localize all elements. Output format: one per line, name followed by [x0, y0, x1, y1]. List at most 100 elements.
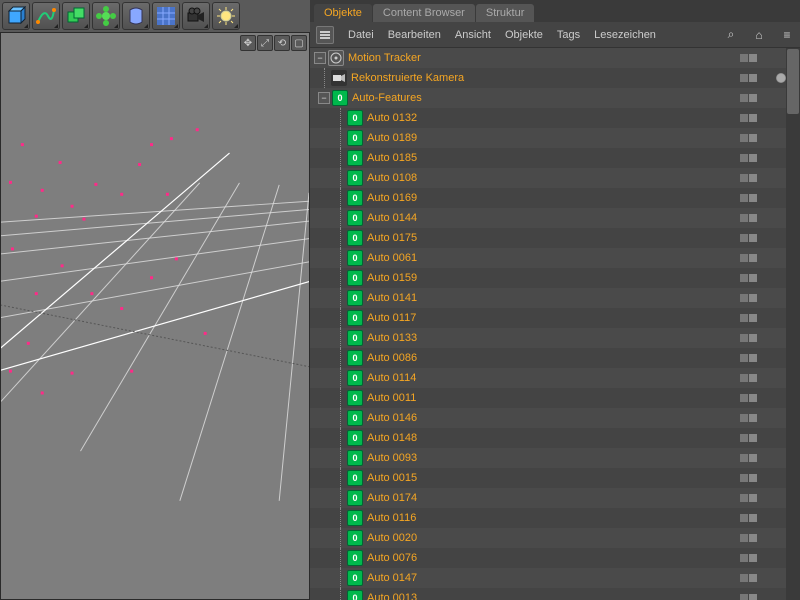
visibility-dots[interactable] — [740, 474, 758, 482]
object-label[interactable]: Auto 0189 — [367, 132, 417, 144]
object-label[interactable]: Auto 0185 — [367, 152, 417, 164]
object-label[interactable]: Auto 0159 — [367, 272, 417, 284]
visibility-dots[interactable] — [740, 414, 758, 422]
tree-row-item[interactable]: 0 Auto 0141 — [310, 288, 800, 308]
object-label[interactable]: Auto 0020 — [367, 532, 417, 544]
visibility-dots[interactable] — [740, 214, 758, 222]
tab-objects[interactable]: Objekte — [314, 4, 372, 22]
visibility-dots[interactable] — [740, 114, 758, 122]
camera-tool[interactable] — [182, 2, 210, 30]
tree-row-item[interactable]: 0 Auto 0015 — [310, 468, 800, 488]
visibility-dots[interactable] — [740, 314, 758, 322]
menu-bookmarks[interactable]: Lesezeichen — [594, 29, 656, 41]
tree-row-item[interactable]: 0 Auto 0174 — [310, 488, 800, 508]
object-label[interactable]: Auto 0114 — [367, 372, 416, 384]
menu-objects[interactable]: Objekte — [505, 29, 543, 41]
object-label[interactable]: Auto 0116 — [367, 512, 416, 524]
home-icon[interactable]: ⌂ — [752, 28, 766, 42]
visibility-dots[interactable] — [740, 594, 758, 600]
tree-row-item[interactable]: 0 Auto 0076 — [310, 548, 800, 568]
visibility-dots[interactable] — [740, 134, 758, 142]
object-label[interactable]: Auto 0133 — [367, 332, 417, 344]
object-tree[interactable]: − Motion Tracker Rekonstruierte Kamera −… — [310, 48, 800, 600]
tree-row-item[interactable]: 0 Auto 0148 — [310, 428, 800, 448]
scrollbar-thumb[interactable] — [787, 49, 799, 114]
visibility-dots[interactable] — [740, 374, 758, 382]
object-label[interactable]: Auto 0011 — [367, 392, 416, 404]
tree-scrollbar[interactable] — [786, 48, 800, 600]
object-label[interactable]: Auto 0076 — [367, 552, 417, 564]
tree-row-item[interactable]: 0 Auto 0189 — [310, 128, 800, 148]
floor-tool[interactable] — [152, 2, 180, 30]
toggle-icon[interactable]: − — [314, 52, 326, 64]
object-label[interactable]: Rekonstruierte Kamera — [351, 72, 464, 84]
tree-row-item[interactable]: 0 Auto 0114 — [310, 368, 800, 388]
visibility-dots[interactable] — [740, 534, 758, 542]
tab-content-browser[interactable]: Content Browser — [373, 4, 475, 22]
visibility-dots[interactable] — [740, 94, 758, 102]
visibility-dots[interactable] — [740, 174, 758, 182]
tree-row-item[interactable]: 0 Auto 0116 — [310, 508, 800, 528]
spline-tool[interactable] — [32, 2, 60, 30]
object-label[interactable]: Auto 0013 — [367, 592, 417, 600]
object-label[interactable]: Auto 0174 — [367, 492, 417, 504]
object-label[interactable]: Auto 0086 — [367, 352, 417, 364]
visibility-dots[interactable] — [740, 574, 758, 582]
menu-tags[interactable]: Tags — [557, 29, 580, 41]
object-label[interactable]: Auto 0093 — [367, 452, 417, 464]
toggle-icon[interactable]: − — [318, 92, 330, 104]
tree-row-item[interactable]: 0 Auto 0061 — [310, 248, 800, 268]
object-label[interactable]: Auto 0175 — [367, 232, 417, 244]
search-icon[interactable]: ⌕ — [724, 28, 738, 42]
visibility-dots[interactable] — [740, 454, 758, 462]
object-label[interactable]: Auto 0117 — [367, 312, 416, 324]
generator-tool[interactable] — [92, 2, 120, 30]
tree-row-item[interactable]: 0 Auto 0117 — [310, 308, 800, 328]
tree-row-item[interactable]: 0 Auto 0144 — [310, 208, 800, 228]
tree-row-item[interactable]: 0 Auto 0132 — [310, 108, 800, 128]
tree-row-item[interactable]: 0 Auto 0159 — [310, 268, 800, 288]
tag-slot[interactable] — [776, 73, 786, 83]
visibility-dots[interactable] — [740, 274, 758, 282]
panel-menu-icon[interactable] — [316, 26, 334, 44]
tree-row-group[interactable]: − 0 Auto-Features — [310, 88, 800, 108]
visibility-dots[interactable] — [740, 554, 758, 562]
visibility-dots[interactable] — [740, 514, 758, 522]
menu-edit[interactable]: Bearbeiten — [388, 29, 441, 41]
object-label[interactable]: Auto 0108 — [367, 172, 417, 184]
tree-row-item[interactable]: 0 Auto 0086 — [310, 348, 800, 368]
menu-view[interactable]: Ansicht — [455, 29, 491, 41]
tree-row-item[interactable]: 0 Auto 0146 — [310, 408, 800, 428]
tree-row-item[interactable]: 0 Auto 0093 — [310, 448, 800, 468]
visibility-dots[interactable] — [740, 54, 758, 62]
tree-row-item[interactable]: 0 Auto 0133 — [310, 328, 800, 348]
menu-file[interactable]: Datei — [348, 29, 374, 41]
tree-row-item[interactable]: 0 Auto 0020 — [310, 528, 800, 548]
object-label[interactable]: Auto 0141 — [367, 292, 417, 304]
object-label[interactable]: Auto 0146 — [367, 412, 417, 424]
object-label[interactable]: Auto 0148 — [367, 432, 417, 444]
visibility-dots[interactable] — [740, 434, 758, 442]
light-tool[interactable] — [212, 2, 240, 30]
visibility-dots[interactable] — [740, 494, 758, 502]
tree-row-item[interactable]: 0 Auto 0108 — [310, 168, 800, 188]
visibility-dots[interactable] — [740, 194, 758, 202]
tree-row-item[interactable]: 0 Auto 0169 — [310, 188, 800, 208]
object-label[interactable]: Auto 0169 — [367, 192, 417, 204]
tree-row-item[interactable]: 0 Auto 0185 — [310, 148, 800, 168]
object-label[interactable]: Auto 0147 — [367, 572, 417, 584]
cube-tool[interactable] — [2, 2, 30, 30]
instance-tool[interactable] — [62, 2, 90, 30]
3d-viewport[interactable]: ✥ ⤢ ⟲ ▢ — [0, 32, 310, 600]
tree-row-camera[interactable]: Rekonstruierte Kamera — [310, 68, 800, 88]
object-label[interactable]: Auto 0061 — [367, 252, 417, 264]
object-label[interactable]: Auto-Features — [352, 92, 422, 104]
visibility-dots[interactable] — [740, 234, 758, 242]
tab-structure[interactable]: Struktur — [476, 4, 535, 22]
deformer-tool[interactable] — [122, 2, 150, 30]
visibility-dots[interactable] — [740, 154, 758, 162]
visibility-dots[interactable] — [740, 254, 758, 262]
object-label[interactable]: Auto 0132 — [367, 112, 417, 124]
tree-row-item[interactable]: 0 Auto 0013 — [310, 588, 800, 600]
visibility-dots[interactable] — [740, 294, 758, 302]
